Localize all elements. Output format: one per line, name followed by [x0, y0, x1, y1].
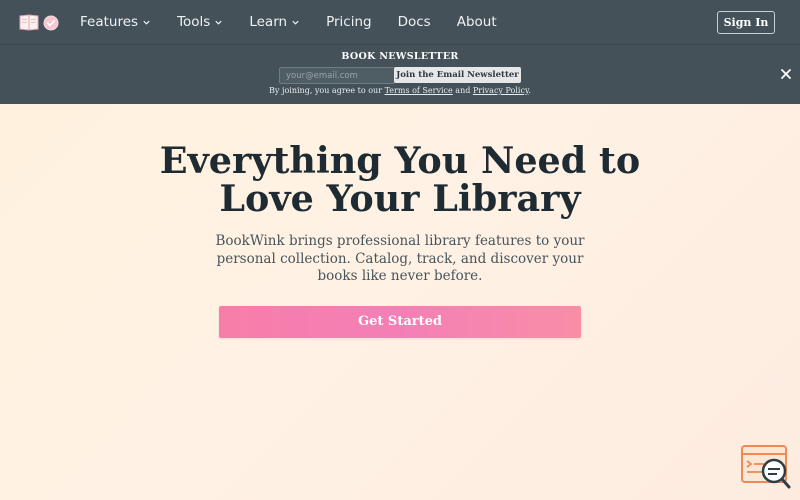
nav-about-label: About — [456, 14, 497, 30]
nav-learn-label: Learn — [249, 14, 288, 30]
terms-prefix: By joining, you agree to our — [269, 86, 383, 95]
privacy-policy-link[interactable]: Privacy Policy — [473, 86, 529, 95]
search-chat-widget-icon[interactable] — [740, 444, 792, 490]
nav-pricing[interactable]: Pricing — [326, 14, 372, 30]
nav-tools[interactable]: Tools — [177, 14, 223, 30]
nav-docs-label: Docs — [397, 14, 431, 30]
chevron-down-icon — [292, 20, 299, 25]
hero-subtitle: BookWink brings professional library fea… — [215, 233, 585, 284]
terms-of-service-link[interactable]: Terms of Service — [385, 86, 453, 95]
nav-docs[interactable]: Docs — [398, 14, 431, 30]
nav-learn[interactable]: Learn — [249, 14, 300, 30]
close-icon[interactable] — [780, 68, 792, 80]
nav-pricing-label: Pricing — [326, 14, 372, 30]
hero-title-line-1: Everything You Need to — [159, 139, 641, 182]
nav-features[interactable]: Features — [80, 14, 151, 30]
hero-title-line-2: Love Your Library — [219, 177, 581, 220]
nav-tools-label: Tools — [177, 14, 211, 30]
main-nav: Features Tools Learn Pricing Docs About — [80, 0, 523, 44]
join-newsletter-button[interactable]: Join the Email Newsletter — [394, 67, 521, 83]
nav-about[interactable]: About — [457, 14, 497, 30]
newsletter-title: BOOK NEWSLETTER — [341, 51, 459, 62]
sign-in-button[interactable]: Sign In — [717, 11, 775, 34]
top-navbar: Features Tools Learn Pricing Docs About … — [0, 0, 800, 44]
terms-and: and — [455, 86, 471, 95]
chevron-down-icon — [143, 20, 150, 25]
chevron-down-icon — [215, 20, 222, 25]
newsletter-banner: BOOK NEWSLETTER Join the Email Newslette… — [0, 44, 800, 104]
newsletter-email-input[interactable] — [279, 67, 395, 84]
newsletter-terms: By joining, you agree to our Terms of Se… — [0, 86, 800, 95]
terms-suffix: . — [528, 86, 531, 95]
nav-features-label: Features — [80, 14, 139, 30]
book-logo-icon[interactable] — [18, 12, 60, 32]
hero-title: Everything You Need to Love Your Library — [100, 142, 700, 218]
get-started-button[interactable]: Get Started — [219, 306, 581, 338]
